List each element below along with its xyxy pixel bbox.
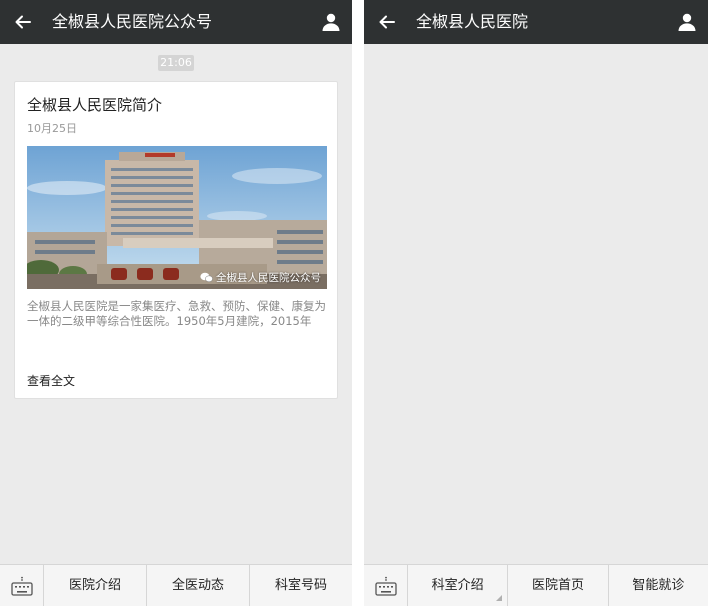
article-cover-image[interactable]: 全椒县人民医院公众号 — [27, 146, 327, 289]
arrow-left-icon — [379, 15, 395, 29]
menu-item-smart-consult[interactable]: 智能就诊 — [609, 565, 708, 606]
right-chat-screen: 全椒县人民医院 科室介绍 医院首页 智能就诊 — [364, 0, 708, 606]
watermark-text: 全椒县人民医院公众号 — [216, 272, 321, 284]
profile-button[interactable] — [674, 9, 700, 35]
menu-items: 科室介绍 医院首页 智能就诊 — [408, 565, 708, 606]
watermark: 全椒县人民医院公众号 — [200, 270, 321, 285]
menu-item-hospital-news[interactable]: 全医动态 — [147, 565, 250, 606]
bottom-menu-bar: 科室介绍 医院首页 智能就诊 — [364, 564, 708, 606]
title-bar: 全椒县人民医院 — [364, 0, 708, 44]
bottom-menu-bar: 医院介绍 全医动态 科室号码 — [0, 564, 352, 606]
arrow-left-icon — [15, 15, 31, 29]
title-bar: 全椒县人民医院公众号 — [0, 0, 352, 44]
keyboard-icon — [374, 576, 397, 596]
submenu-indicator-icon — [496, 595, 503, 601]
menu-item-label: 科室介绍 — [431, 578, 484, 593]
menu-item-department-numbers[interactable]: 科室号码 — [250, 565, 352, 606]
person-icon — [322, 13, 340, 31]
menu-items: 医院介绍 全医动态 科室号码 — [44, 565, 352, 606]
wechat-icon — [200, 272, 213, 283]
keyboard-toggle-button[interactable] — [0, 565, 44, 606]
account-title: 全椒县人民医院公众号 — [52, 12, 213, 31]
person-icon — [678, 13, 696, 31]
menu-item-hospital-home[interactable]: 医院首页 — [508, 565, 609, 606]
back-button[interactable] — [10, 9, 36, 35]
keyboard-icon — [10, 576, 33, 596]
article-description: 全椒县人民医院是一家集医疗、急救、预防、保健、康复为一体的二级甲等综合性医院。1… — [27, 299, 326, 328]
message-timestamp: 21:06 — [158, 55, 194, 71]
keyboard-toggle-button[interactable] — [364, 565, 408, 606]
hospital-building-illustration — [27, 146, 327, 289]
profile-button[interactable] — [318, 9, 344, 35]
menu-item-department-intro[interactable]: 科室介绍 — [408, 565, 509, 606]
article-title: 全椒县人民医院简介 — [27, 96, 163, 114]
account-title: 全椒县人民医院 — [416, 12, 529, 31]
back-button[interactable] — [374, 9, 400, 35]
article-card[interactable]: 全椒县人民医院简介 10月25日 全椒县人民医院公众号 全椒县人民医院是一家集医… — [14, 81, 338, 399]
left-chat-screen: 全椒县人民医院公众号 21:06 全椒县人民医院简介 10月25日 全椒县人民医… — [0, 0, 352, 606]
menu-item-hospital-intro[interactable]: 医院介绍 — [44, 565, 147, 606]
read-full-article-link[interactable]: 查看全文 — [27, 372, 75, 389]
article-date: 10月25日 — [27, 122, 77, 135]
